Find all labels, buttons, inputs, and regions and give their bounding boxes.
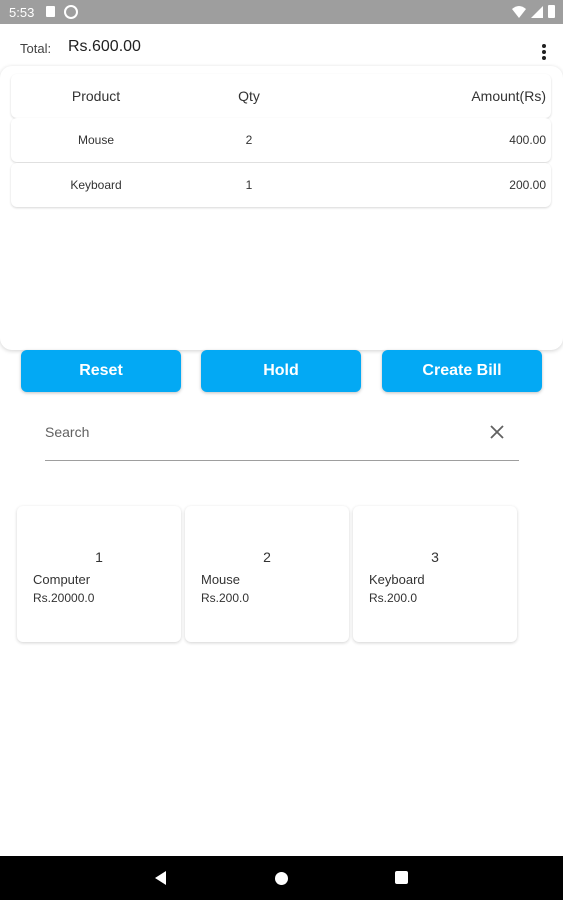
column-header-amount: Amount(Rs)	[471, 88, 546, 104]
back-icon[interactable]	[155, 871, 167, 890]
wifi-icon	[512, 6, 526, 21]
navigation-bar	[0, 856, 563, 900]
create-bill-button[interactable]: Create Bill	[382, 350, 542, 392]
header: Total: Rs.600.00	[0, 24, 563, 66]
hold-button[interactable]: Hold	[201, 350, 361, 392]
cart-panel: Product Qty Amount(Rs) Mouse 2 400.00 Ke…	[0, 66, 563, 350]
recents-icon[interactable]	[395, 871, 408, 884]
sd-card-icon	[46, 6, 55, 17]
product-price: Rs.20000.0	[33, 591, 95, 605]
row-product: Mouse	[77, 133, 115, 147]
product-price: Rs.200.0	[201, 591, 250, 605]
column-header-product: Product	[71, 88, 121, 104]
more-vert-icon[interactable]	[539, 44, 549, 62]
product-name: Keyboard	[369, 572, 425, 587]
product-price: Rs.200.0	[369, 591, 418, 605]
product-id: 3	[431, 549, 439, 565]
signal-icon	[531, 6, 543, 21]
status-time: 5:53	[9, 5, 35, 20]
at-circle-icon	[64, 5, 78, 19]
cart-table-header: Product Qty Amount(Rs)	[11, 74, 551, 118]
close-icon[interactable]	[489, 424, 505, 440]
product-card[interactable]: 3 Keyboard Rs.200.0	[353, 506, 517, 642]
product-id: 2	[263, 549, 271, 565]
product-card[interactable]: 1 Computer Rs.20000.0	[17, 506, 181, 642]
product-id: 1	[95, 549, 103, 565]
battery-icon	[548, 5, 555, 18]
home-icon[interactable]	[275, 872, 288, 885]
status-bar: 5:53	[0, 0, 563, 24]
product-card[interactable]: 2 Mouse Rs.200.0	[185, 506, 349, 642]
column-header-qty: Qty	[238, 88, 260, 104]
product-name: Computer	[33, 572, 91, 587]
product-name: Mouse	[201, 572, 241, 587]
total-value: Rs.600.00	[68, 38, 141, 55]
row-qty: 2	[245, 133, 253, 147]
row-amount: 400.00	[509, 133, 546, 147]
table-row[interactable]: Keyboard 1 200.00	[11, 163, 551, 207]
table-row[interactable]: Mouse 2 400.00	[11, 118, 551, 162]
reset-button[interactable]: Reset	[21, 350, 181, 392]
row-amount: 200.00	[509, 178, 546, 192]
row-product: Keyboard	[70, 178, 122, 192]
search-input[interactable]	[45, 420, 475, 444]
total-label: Total:	[20, 41, 52, 56]
row-qty: 1	[245, 178, 253, 192]
search-bar	[45, 412, 519, 461]
